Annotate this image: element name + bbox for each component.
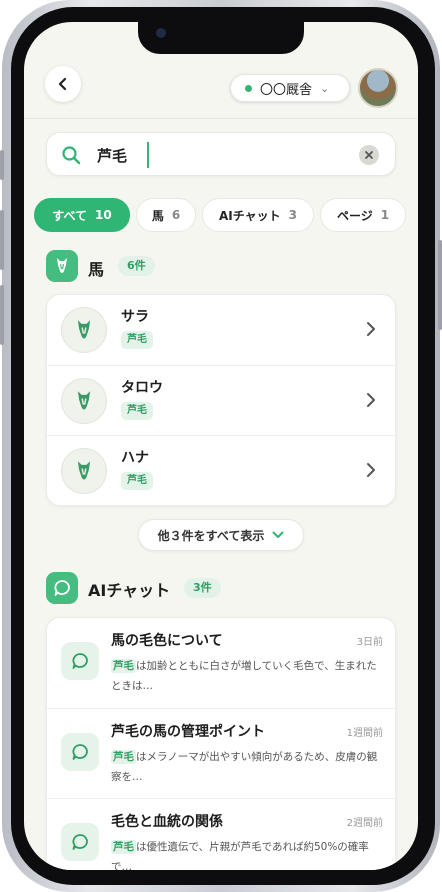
stable-selector[interactable]: 〇〇厩舎 ⌄ xyxy=(230,74,350,102)
tab-label: AIチャット xyxy=(219,208,281,223)
chat-title: 芦毛の馬の管理ポイント xyxy=(111,724,265,740)
clear-search-button[interactable] xyxy=(359,145,379,165)
tab-label: 馬 xyxy=(151,208,164,223)
search-highlight: 芦毛 xyxy=(111,750,136,764)
horse-avatar xyxy=(61,307,107,353)
chat-timestamp: 2週間前 xyxy=(346,818,383,829)
chevron-right-icon xyxy=(367,393,375,407)
snippet-text: はメラノーマが出やすい傾向があるため、皮膚の観察を… xyxy=(111,751,378,783)
search-highlight: 芦毛 xyxy=(111,659,136,673)
close-icon xyxy=(365,151,373,159)
show-more-label: 他３件をすべて表示 xyxy=(157,528,265,543)
horse-head-icon xyxy=(77,391,91,410)
horse-avatar xyxy=(61,448,107,494)
tab-ai-chat[interactable]: AIチャット 3 xyxy=(202,198,314,232)
horse-name: ハナ xyxy=(121,450,149,466)
camera xyxy=(156,28,166,38)
list-item[interactable]: 馬の毛色について 3日前 芦毛 は加齢とともに白さが増していく毛色で、生まれたとき… xyxy=(47,618,395,708)
chat-bubble-icon xyxy=(72,744,88,760)
tab-label: すべて xyxy=(52,208,87,223)
chat-count-badge: 3件 xyxy=(184,578,221,598)
status-dot xyxy=(245,84,252,92)
horse-name: サラ xyxy=(121,309,149,325)
coat-tag: 芦毛 xyxy=(121,331,153,349)
chat-snippet: 芦毛 は優性遺伝で、片親が芦毛であれば約50%の確率で… xyxy=(111,837,383,870)
list-item[interactable]: 毛色と血統の関係 2週間前 芦毛 は優性遺伝で、片親が芦毛であれば約50%の確率で… xyxy=(47,798,395,870)
chat-bubble-icon xyxy=(72,834,88,850)
chat-avatar xyxy=(61,733,99,771)
horse-head-icon xyxy=(77,320,91,339)
chat-section-title: AIチャット xyxy=(88,581,171,600)
app-screen: 〇〇厩舎 ⌄ 芦毛 すべて 10 馬6 AIチャット 3 ページ 1 馬 6件 … xyxy=(24,22,418,870)
tab-count: 1 xyxy=(380,208,390,222)
snippet-text: は加齢とともに白さが増していく毛色で、生まれたときは… xyxy=(111,660,377,692)
notch xyxy=(138,22,304,54)
chat-section-icon xyxy=(46,572,78,604)
chat-snippet: 芦毛 はメラノーマが出やすい傾向があるため、皮膚の観察を… xyxy=(111,747,383,787)
search-icon xyxy=(62,146,81,165)
header-divider xyxy=(24,118,418,119)
volume-down-button xyxy=(0,285,4,345)
list-item[interactable]: ハナ 芦毛 xyxy=(47,435,395,505)
tab-label: ページ xyxy=(336,208,373,223)
horse-head-icon xyxy=(77,461,91,480)
list-item[interactable]: サラ 芦毛 xyxy=(47,295,395,365)
horse-results-card: サラ 芦毛 タロウ 芦毛 ハナ 芦毛 xyxy=(46,294,396,506)
horse-avatar xyxy=(61,378,107,424)
coat-tag: 芦毛 xyxy=(121,472,153,490)
tab-count: 3 xyxy=(288,208,297,222)
horse-count-badge: 6件 xyxy=(118,256,155,276)
list-item[interactable]: 芦毛の馬の管理ポイント 1週間前 芦毛 はメラノーマが出やすい傾向があるため、皮膚… xyxy=(47,708,395,798)
chat-timestamp: 3日前 xyxy=(356,637,383,648)
mute-switch xyxy=(0,150,4,180)
coat-tag: 芦毛 xyxy=(121,402,153,420)
search-input[interactable]: 芦毛 xyxy=(97,145,127,166)
tab-count: 10 xyxy=(94,208,112,222)
chat-bubble-icon xyxy=(72,653,88,669)
text-caret xyxy=(147,142,149,168)
search-highlight: 芦毛 xyxy=(111,840,136,854)
chat-bubble-icon xyxy=(54,580,70,596)
chat-results-card: 馬の毛色について 3日前 芦毛 は加齢とともに白さが増していく毛色で、生まれたとき… xyxy=(46,617,396,870)
chevron-down-icon: ⌄ xyxy=(320,81,330,95)
chat-snippet: 芦毛 は加齢とともに白さが増していく毛色で、生まれたときは… xyxy=(111,656,383,696)
show-more-button[interactable]: 他３件をすべて表示 xyxy=(138,519,304,551)
volume-up-button xyxy=(0,210,4,270)
chat-title: 馬の毛色について xyxy=(111,633,223,649)
back-button[interactable] xyxy=(45,66,81,102)
chat-avatar xyxy=(61,823,99,861)
snippet-text: は優性遺伝で、片親が芦毛であれば約50%の確率で… xyxy=(111,841,369,870)
chevron-right-icon xyxy=(367,322,375,336)
chevron-left-icon xyxy=(58,77,67,91)
tab-pages[interactable]: ページ 1 xyxy=(320,198,406,232)
horse-head-icon xyxy=(57,258,67,273)
avatar[interactable] xyxy=(358,68,398,108)
tab-count: 6 xyxy=(171,208,181,222)
search-bar[interactable]: 芦毛 xyxy=(46,132,396,176)
chevron-down-icon xyxy=(272,531,284,538)
power-button xyxy=(438,240,442,330)
chat-avatar xyxy=(61,642,99,680)
chat-title: 毛色と血統の関係 xyxy=(111,814,223,830)
chevron-right-icon xyxy=(367,463,375,477)
horse-section-title: 馬 xyxy=(88,260,105,279)
chat-timestamp: 1週間前 xyxy=(346,728,383,739)
list-item[interactable]: タロウ 芦毛 xyxy=(47,365,395,435)
horse-name: タロウ xyxy=(121,380,163,396)
stable-name: 〇〇厩舎 xyxy=(260,82,313,98)
tab-all[interactable]: すべて 10 xyxy=(34,198,130,232)
horse-section-icon xyxy=(46,250,78,282)
tab-horses[interactable]: 馬6 xyxy=(136,198,196,232)
